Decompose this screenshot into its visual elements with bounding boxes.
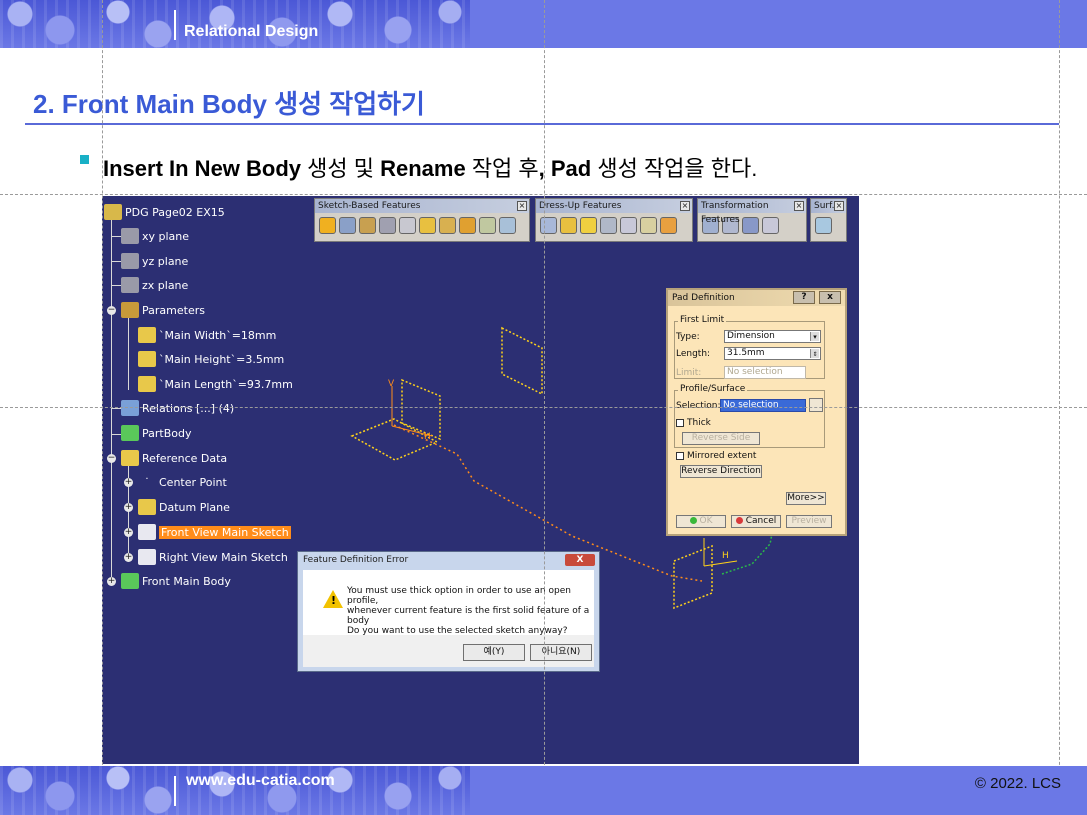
dialog-title: Feature Definition Error [303,555,409,565]
mirrored-extent-checkbox[interactable]: Mirrored extent [676,451,756,461]
ok-icon [689,517,697,524]
feature-definition-error-dialog: Feature Definition Error X ! You must us… [297,551,600,672]
error-message: You must use thick option in order to us… [347,586,594,636]
mirrored-label: Mirrored extent [687,451,757,461]
selection-field[interactable]: No selection [720,399,806,412]
axis-label-v: V [388,379,395,389]
close-button[interactable]: X [565,554,595,566]
page-title: 2. Front Main Body 생성 작업하기 [33,89,425,119]
help-button[interactable]: ? [793,291,815,304]
cancel-button[interactable]: Cancel [731,515,781,528]
warning-mark: ! [331,594,337,607]
limit-field[interactable]: No selection [724,366,806,379]
dialog-titlebar: Feature Definition Error X [298,552,599,568]
bullet-part: 작업 후 [465,156,539,181]
sketcher-icon[interactable] [809,398,823,412]
bullet-text: Insert In New Body 생성 및 Rename 작업 후, Pad… [103,151,757,183]
pad-definition-dialog: Pad Definition ? x First Limit Type: Dim… [666,288,847,536]
error-message-line: You must use thick option in order to us… [347,586,571,606]
thick-checkbox[interactable]: Thick [676,418,711,428]
bullet-marker [80,155,89,164]
profile-surface-label: Profile/Surface [678,384,748,394]
dialog-title: Pad Definition [672,293,735,303]
cancel-icon [735,517,743,524]
limit-label: Limit: [676,368,702,378]
more-button[interactable]: More>> [786,492,826,505]
sketch-plane-far [501,326,543,396]
preview-button[interactable]: Preview [786,515,832,528]
bullet-part: 생성 및 [301,156,381,181]
dialog-body: ! You must use thick option in order to … [303,570,594,636]
title-divider [25,123,1059,125]
header-separator [174,10,176,40]
checkbox-box[interactable] [676,418,684,427]
dialog-footer: 예(Y) 아니요(N) [303,635,594,667]
website-link[interactable]: www.edu-catia.com [186,772,335,790]
end-h-axis [703,560,738,567]
footer-separator [174,776,176,806]
type-label: Type: [676,332,700,342]
close-button[interactable]: x [819,291,841,304]
dialog-titlebar: Pad Definition ? x [668,290,845,306]
chevron-down-icon[interactable]: ▾ [810,332,819,341]
reverse-side-button[interactable]: Reverse Side [682,432,760,445]
length-label: Length: [676,349,711,359]
guide-line [0,194,1087,195]
first-limit-label: First Limit [678,315,727,325]
section-title: Relational Design [184,23,319,40]
guide-line [0,407,1087,408]
sketch-plane-end [673,544,713,610]
type-value: Dimension [727,331,775,341]
green-sketch-curve [721,533,773,575]
checkbox-box[interactable] [676,451,684,460]
axis-label-h: H [722,551,729,561]
bullet-part: Insert In New Body [103,156,302,181]
no-button[interactable]: 아니요(N) [530,644,592,661]
axis-label-h: H [424,432,431,442]
yes-button[interactable]: 예(Y) [463,644,525,661]
footer-band [0,766,1087,815]
copyright: © 2022. LCS [974,775,1061,792]
length-input[interactable]: 31.5mm ⇕ [724,347,821,360]
bullet-part: , Pad [538,156,592,181]
spinner-icon[interactable]: ⇕ [810,349,819,358]
selection-label: Selection: [676,401,721,411]
error-message-line: whenever current feature is the first so… [347,606,590,626]
type-select[interactable]: Dimension ▾ [724,330,821,343]
thick-label: Thick [687,418,711,428]
cancel-label: Cancel [745,516,777,526]
bullet-part: Rename [380,156,466,181]
length-value: 31.5mm [727,348,765,358]
reverse-direction-button[interactable]: Reverse Direction [680,465,762,478]
ok-label: OK [699,516,713,526]
bullet-part: 생성 작업을 한다. [591,156,758,181]
catia-screenshot: − − + + + + + PDG Page02 EX15 xy plane y… [102,196,859,764]
ok-button[interactable]: OK [676,515,726,528]
